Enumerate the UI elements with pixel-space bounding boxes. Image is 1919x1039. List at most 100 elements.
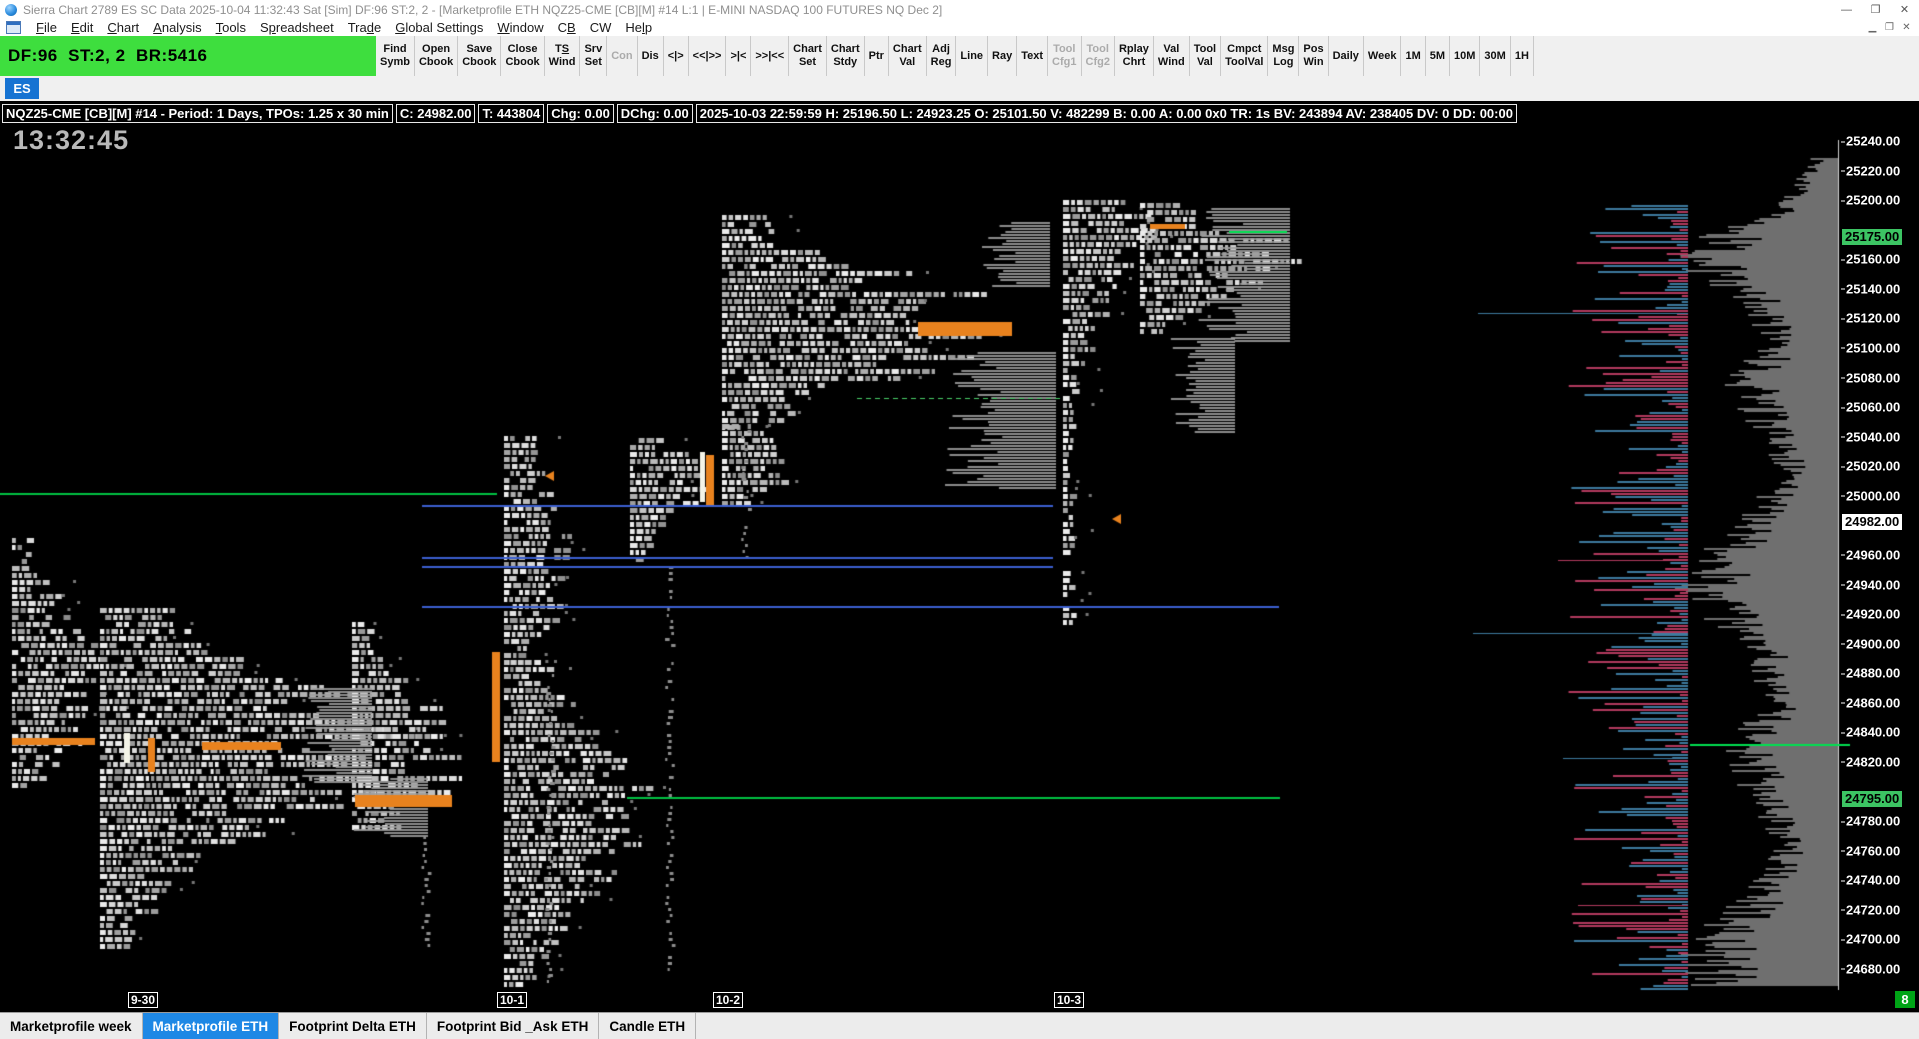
price-tick-24840: 24840.00 xyxy=(1840,724,1901,740)
price-tick-24860: 24860.00 xyxy=(1840,695,1901,711)
toolbar-button-chart-stdy[interactable]: Chart Stdy xyxy=(826,36,865,76)
tab-footprint-delta-eth[interactable]: Footprint Delta ETH xyxy=(279,1013,427,1039)
menu-item-tools[interactable]: Tools xyxy=(209,20,253,35)
toolbar-button-30m[interactable]: 30M xyxy=(1480,36,1511,76)
close-button[interactable]: ✕ xyxy=(1890,0,1919,19)
price-tick-24820: 24820.00 xyxy=(1840,754,1901,770)
chart-area: NQZ25-CME [CB][M] #14 - Period: 1 Days, … xyxy=(0,101,1919,1012)
mdi-child-icon xyxy=(6,21,21,34)
mdi-restore-button[interactable]: ❐ xyxy=(1881,22,1898,33)
info-segment-5: 2025-10-03 22:59:59 H: 25196.50 L: 24923… xyxy=(695,104,1517,123)
minimize-button[interactable]: — xyxy=(1832,0,1861,19)
toolbar-button-pos-win[interactable]: Pos Win xyxy=(1299,36,1329,76)
tab-marketprofile-week[interactable]: Marketprofile week xyxy=(0,1013,143,1039)
price-tick-24700: 24700.00 xyxy=(1840,931,1901,947)
toolbar-button-chart-set[interactable]: Chart Set xyxy=(789,36,827,76)
price-tick-24680: 24680.00 xyxy=(1840,961,1901,977)
menu-item-chart[interactable]: Chart xyxy=(100,20,146,35)
menu-item-analysis[interactable]: Analysis xyxy=(146,20,208,35)
x-axis-label-10-1: 10-1 xyxy=(497,992,528,1008)
info-segment-2: T: 443804 xyxy=(478,104,545,123)
toolbar-button-ts-wind[interactable]: TS Wind xyxy=(544,36,581,76)
info-segment-0: NQZ25-CME [CB][M] #14 - Period: 1 Days, … xyxy=(2,104,393,123)
symbol-tab-es[interactable]: ES xyxy=(5,78,39,99)
toolbar-button-5m[interactable]: 5M xyxy=(1425,36,1451,76)
toolbar-button-[interactable]: <|> xyxy=(663,36,689,76)
toolbar-button-[interactable]: <<|>> xyxy=(688,36,727,76)
price-tick-24740: 24740.00 xyxy=(1840,872,1901,888)
toolbar-button-ptr[interactable]: Ptr xyxy=(864,36,889,76)
toolbar-button-close-cbook[interactable]: Close Cbook xyxy=(501,36,545,76)
price-tick-25120: 25120.00 xyxy=(1840,310,1901,326)
price-tick-24760: 24760.00 xyxy=(1840,843,1901,859)
toolbar-button-ray[interactable]: Ray xyxy=(988,36,1018,76)
menu-item-window[interactable]: Window xyxy=(490,20,550,35)
price-tick-24920: 24920.00 xyxy=(1840,606,1901,622)
x-axis-label-10-2: 10-2 xyxy=(713,992,744,1008)
app-globe-icon xyxy=(5,3,17,16)
toolbar-button-open-cbook[interactable]: Open Cbook xyxy=(414,36,459,76)
price-tick-24900: 24900.00 xyxy=(1840,636,1901,652)
toolbar-button-daily[interactable]: Daily xyxy=(1328,36,1364,76)
df-status-bar: DF:96 ST:2, 2 BR:5416 xyxy=(0,36,376,76)
tab-marketprofile-eth[interactable]: Marketprofile ETH xyxy=(142,1013,280,1039)
toolbar-button-text[interactable]: Text xyxy=(1017,36,1049,76)
info-segment-1: C: 24982.00 xyxy=(395,104,476,123)
mdi-minimize-button[interactable]: ▁ xyxy=(1864,22,1881,33)
chart-canvas[interactable] xyxy=(0,101,1919,1012)
window-controls: — ❐ ✕ xyxy=(1832,0,1919,19)
tab-bar: Marketprofile week Marketprofile ETH Footp… xyxy=(0,1012,1919,1039)
toolbar-button-val-wind[interactable]: Val Wind xyxy=(1153,36,1190,76)
toolbar-button-[interactable]: >>|<< xyxy=(751,36,790,76)
toolbar-button-rplay-chrt[interactable]: Rplay Chrt xyxy=(1114,36,1154,76)
maximize-button[interactable]: ❐ xyxy=(1861,0,1890,19)
info-segment-3: Chg: 0.00 xyxy=(547,104,614,123)
price-tick-25160: 25160.00 xyxy=(1840,251,1901,267)
toolbar-button-srv-set[interactable]: Srv Set xyxy=(580,36,608,76)
price-tick-24880: 24880.00 xyxy=(1840,665,1901,681)
menu-item-cb[interactable]: CB xyxy=(551,20,583,35)
menu-item-help[interactable]: Help xyxy=(618,20,659,35)
toolbar-button-week[interactable]: Week xyxy=(1363,36,1402,76)
menu-item-global-settings[interactable]: Global Settings xyxy=(388,20,490,35)
toolbar-button-1m[interactable]: 1M xyxy=(1401,36,1426,76)
menu-item-edit[interactable]: Edit xyxy=(64,20,100,35)
toolbar-button-chart-val[interactable]: Chart Val xyxy=(888,36,927,76)
price-highlight-25175: 25175.00 xyxy=(1842,229,1903,246)
price-axis[interactable]: 25240.00 25220.00 25200.00 25160.00 25140.00… xyxy=(1839,101,1919,1012)
mdi-close-button[interactable]: ✕ xyxy=(1898,22,1915,33)
tab-candle-eth[interactable]: Candle ETH xyxy=(599,1013,697,1039)
toolbar-button-dis[interactable]: Dis xyxy=(637,36,664,76)
toolbar-button-tool-val[interactable]: Tool Val xyxy=(1189,36,1222,76)
toolbar-button-adj-reg[interactable]: Adj Reg xyxy=(926,36,957,76)
title-bar: Sierra Chart 2789 ES SC Data 2025-10-04 … xyxy=(0,0,1919,20)
menu-item-cw[interactable]: CW xyxy=(583,20,619,35)
price-tick-25040: 25040.00 xyxy=(1840,429,1901,445)
toolbar-button-save-cbook[interactable]: Save Cbook xyxy=(458,36,502,76)
toolbar-button-1h[interactable]: 1H xyxy=(1510,36,1534,76)
toolbar-button-msg-log[interactable]: Msg Log xyxy=(1268,36,1300,76)
price-tick-24960: 24960.00 xyxy=(1840,547,1901,563)
toolbar-button-[interactable]: >|< xyxy=(726,36,752,76)
toolbar-button-con[interactable]: Con xyxy=(607,36,638,76)
toolbar-button-line[interactable]: Line xyxy=(956,36,989,76)
menu-item-file[interactable]: File xyxy=(29,20,64,35)
toolbar: DF:96 ST:2, 2 BR:5416 Find Symb Open Cbook S… xyxy=(0,36,1919,76)
toolbar-button-tool-cfg1[interactable]: Tool Cfg1 xyxy=(1048,36,1082,76)
menu-bar: File Edit Chart Analysis Tools Spreadsheet Tra… xyxy=(0,19,1919,36)
app-window: Sierra Chart 2789 ES SC Data 2025-10-04 … xyxy=(0,0,1919,1039)
toolbar-button-10m[interactable]: 10M xyxy=(1450,36,1481,76)
tab-footprint-bid-ask-eth[interactable]: Footprint Bid _Ask ETH xyxy=(427,1013,600,1039)
price-highlight-24982: 24982.00 xyxy=(1842,514,1903,531)
toolbar-button-find-symb[interactable]: Find Symb xyxy=(376,36,415,76)
window-title: Sierra Chart 2789 ES SC Data 2025-10-04 … xyxy=(23,2,943,17)
price-tick-25220: 25220.00 xyxy=(1840,163,1901,179)
x-axis-label-10-3: 10-3 xyxy=(1054,992,1085,1008)
menu-item-spreadsheet[interactable]: Spreadsheet xyxy=(253,20,341,35)
symbol-row: ES xyxy=(0,76,1919,101)
price-tick-25020: 25020.00 xyxy=(1840,458,1901,474)
menu-item-trade[interactable]: Trade xyxy=(341,20,389,35)
toolbar-button-tool-cfg2[interactable]: Tool Cfg2 xyxy=(1081,36,1115,76)
toolbar-button-cmpct-toolval[interactable]: Cmpct ToolVal xyxy=(1221,36,1269,76)
price-tick-25240: 25240.00 xyxy=(1840,133,1901,149)
